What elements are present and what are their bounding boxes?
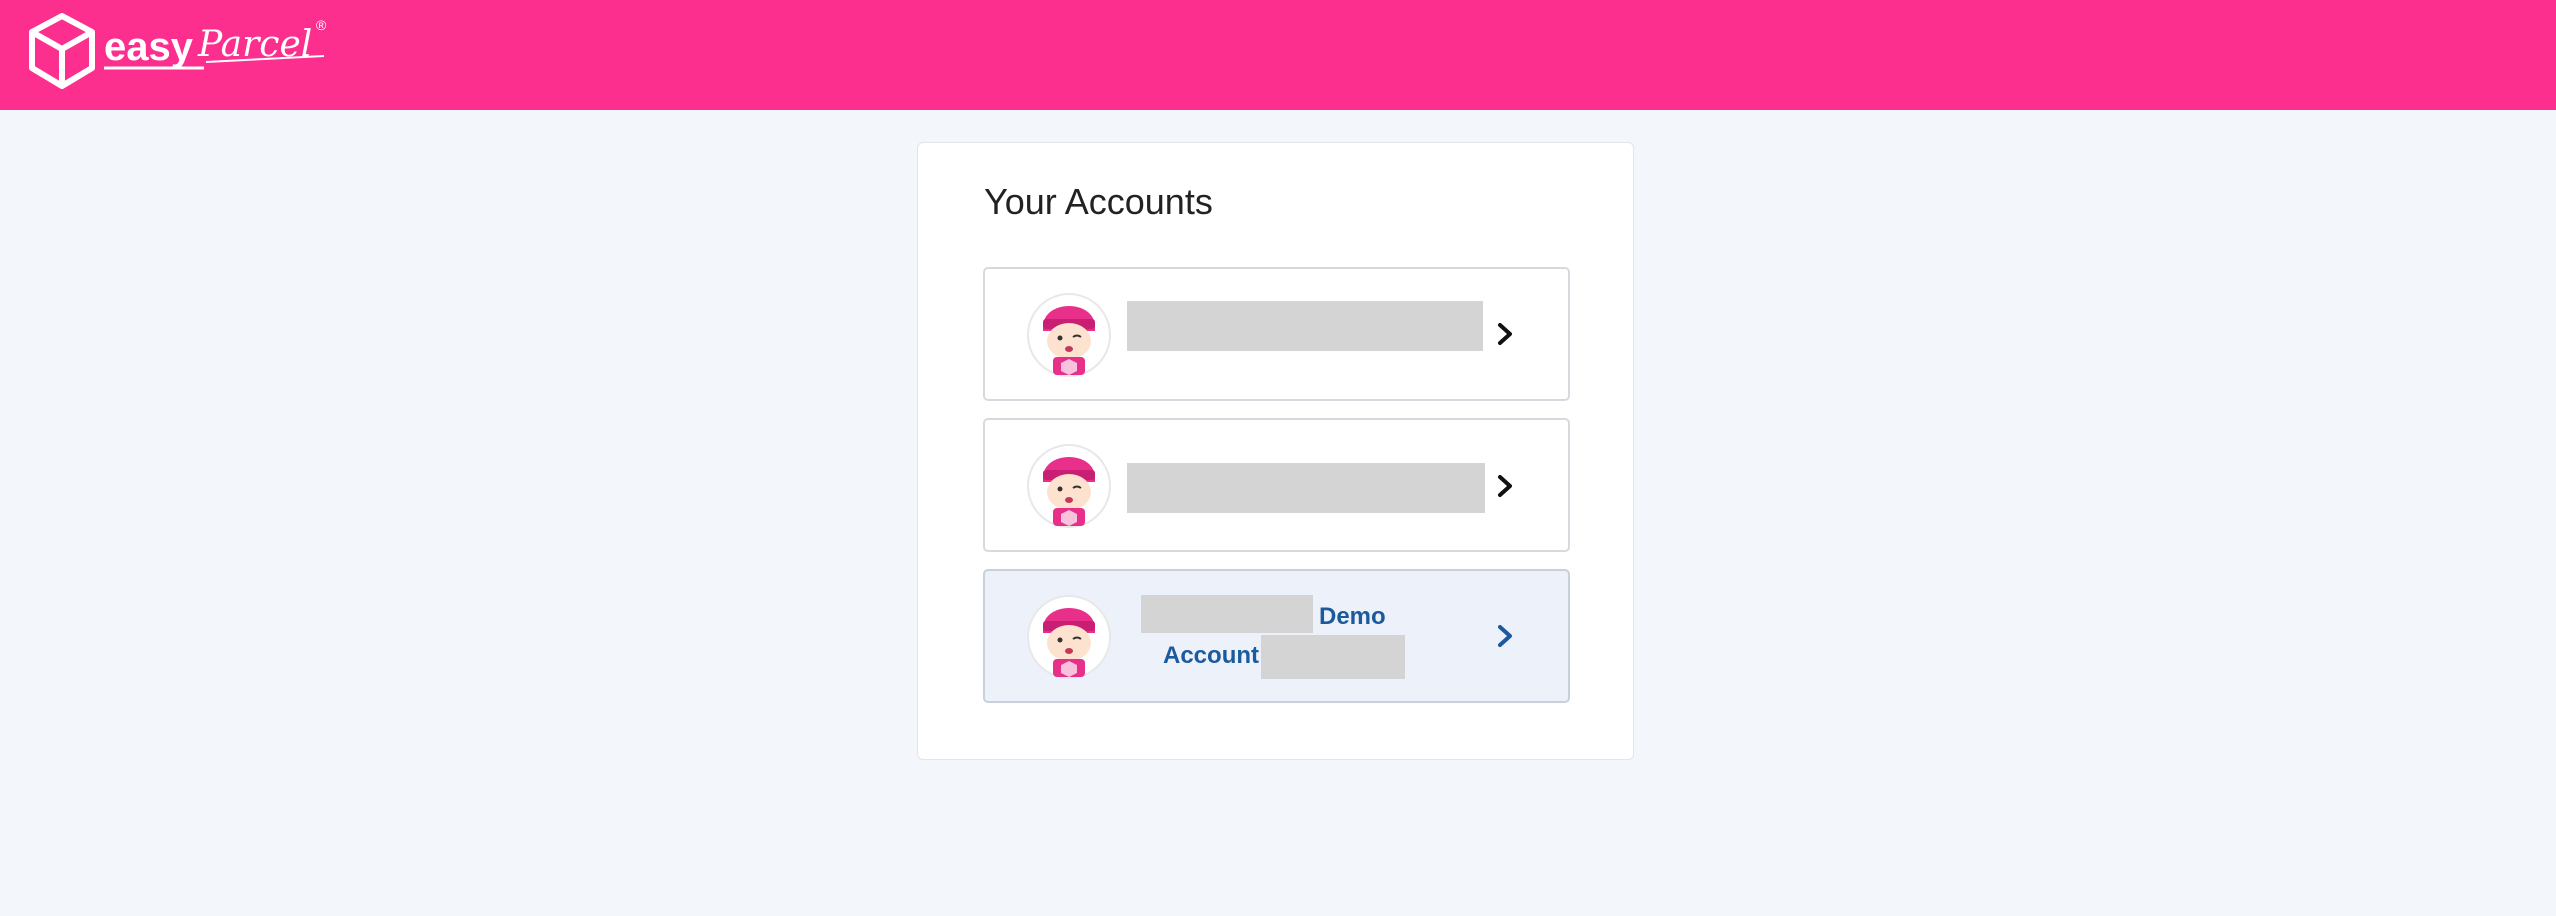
account-row-2[interactable]: [983, 418, 1570, 552]
chevron-right-icon[interactable]: [1491, 471, 1519, 501]
account-name-redacted: [1261, 635, 1405, 679]
account-name-redacted: [1127, 301, 1483, 351]
account-row-demo[interactable]: Demo Account: [983, 569, 1570, 703]
easyparcel-logo[interactable]: easy Parcel ®: [28, 12, 338, 92]
avatar: [1027, 293, 1111, 377]
chevron-right-icon[interactable]: [1491, 319, 1519, 349]
box-icon: [29, 13, 95, 89]
avatar: [1027, 444, 1111, 528]
page-title: Your Accounts: [984, 181, 1213, 222]
brand-easy: easy: [104, 25, 194, 69]
account-name-redacted: [1127, 463, 1485, 513]
chevron-right-icon[interactable]: [1491, 621, 1519, 651]
account-label-demo: Demo: [1319, 603, 1386, 630]
top-bar: easy Parcel ®: [0, 0, 2556, 110]
account-name-redacted: [1141, 595, 1313, 633]
accounts-card: Your Accounts Demo Account: [917, 142, 1634, 760]
account-label-account: Account: [1163, 642, 1259, 669]
avatar: [1027, 595, 1111, 679]
registered-mark: ®: [316, 17, 327, 33]
account-row-1[interactable]: [983, 267, 1570, 401]
